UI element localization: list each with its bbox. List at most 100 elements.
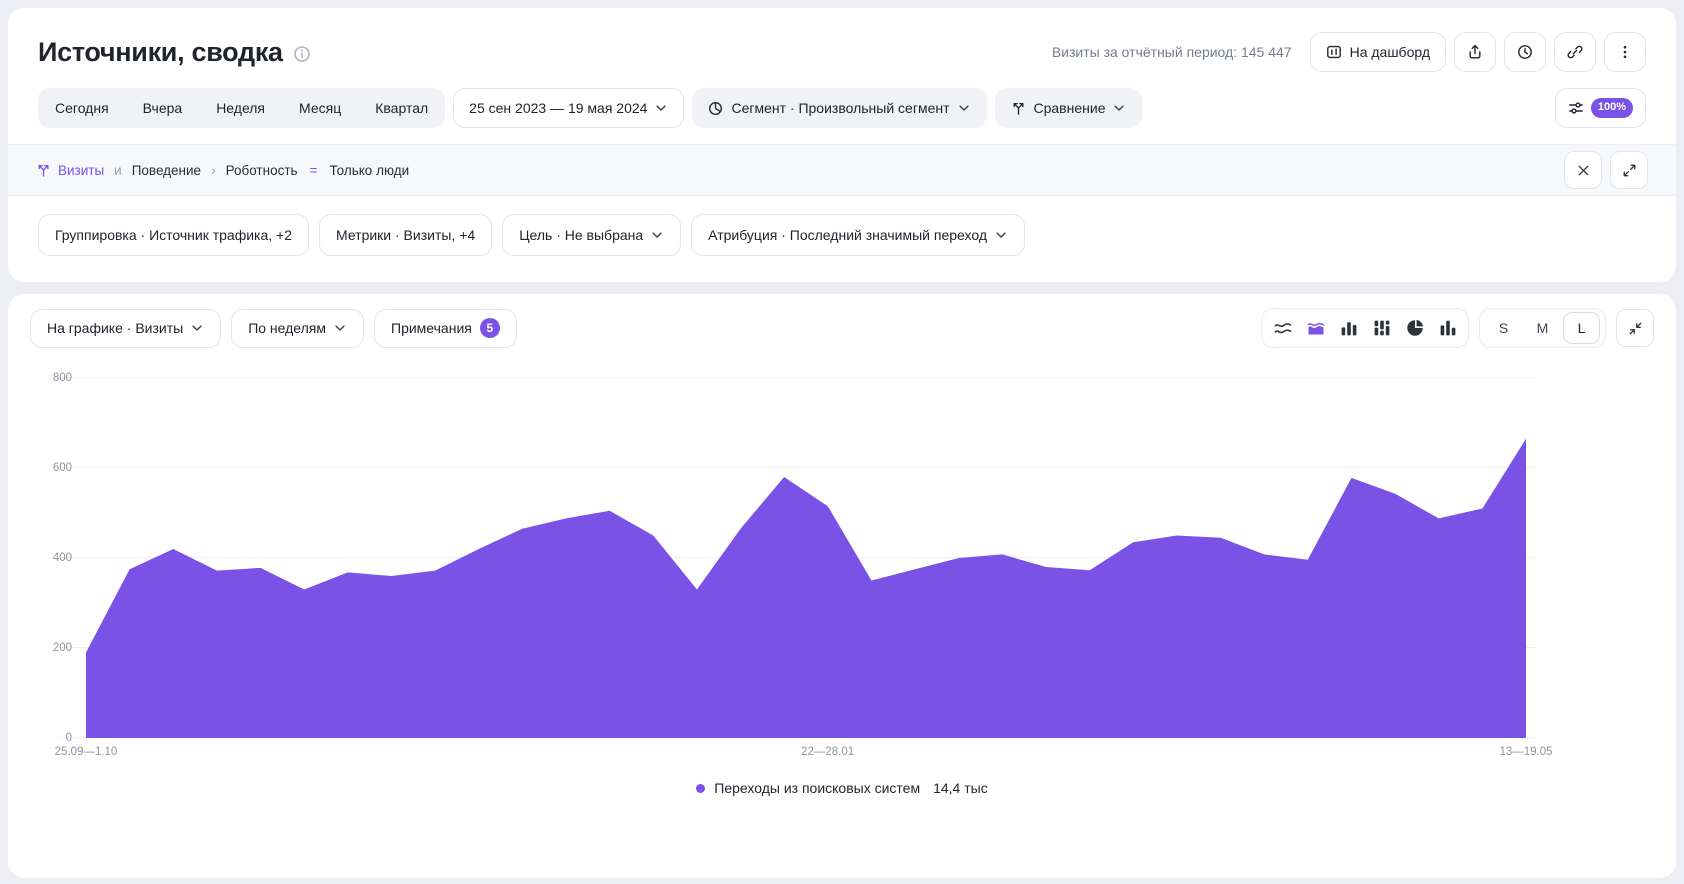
chart-size-group: S M L bbox=[1479, 308, 1606, 348]
grouping-label: Группировка · Источник трафика, +2 bbox=[55, 227, 292, 243]
column-chart-icon bbox=[1439, 319, 1457, 337]
chart-type-stacked-button[interactable] bbox=[1366, 312, 1397, 344]
segment-icon bbox=[708, 101, 723, 116]
x-axis: 25.09—1.1022—28.0113—19.05 bbox=[86, 738, 1526, 762]
attribution-chip[interactable]: Атрибуция · Последний значимый переход bbox=[691, 214, 1025, 256]
chart-toolbar: На графике · Визиты По неделям Примечани… bbox=[30, 308, 1654, 348]
area-series bbox=[86, 439, 1526, 738]
chevron-down-icon bbox=[333, 321, 347, 335]
copy-link-button[interactable] bbox=[1554, 32, 1596, 72]
segment-label: Сегмент · Произвольный сегмент bbox=[731, 100, 949, 116]
size-m-button[interactable]: M bbox=[1524, 312, 1561, 344]
granularity-button[interactable]: По неделям bbox=[231, 309, 364, 348]
report-settings-chips: Группировка · Источник трафика, +2 Метри… bbox=[8, 196, 1676, 256]
line-chart-icon bbox=[1274, 319, 1292, 337]
metrics-label: Метрики · Визиты, +4 bbox=[336, 227, 475, 243]
size-l-button[interactable]: L bbox=[1563, 312, 1600, 344]
segment-button[interactable]: Сегмент · Произвольный сегмент bbox=[692, 88, 986, 128]
to-dashboard-button[interactable]: На дашборд bbox=[1310, 32, 1446, 72]
legend-dot bbox=[696, 784, 705, 793]
link-icon bbox=[1567, 44, 1583, 60]
segment-filter-bar: Визиты и Поведение › Роботность = Только… bbox=[8, 144, 1676, 196]
chart-type-lines-button[interactable] bbox=[1267, 312, 1298, 344]
notes-label: Примечания bbox=[391, 320, 472, 336]
chart-type-columns-button[interactable] bbox=[1432, 312, 1463, 344]
info-icon[interactable] bbox=[293, 45, 311, 63]
period-presets: Сегодня Вчера Неделя Месяц Квартал bbox=[38, 88, 445, 128]
chart-plot[interactable]: 0200400600800 bbox=[86, 378, 1526, 738]
filter-path-robotness[interactable]: Роботность bbox=[226, 163, 298, 178]
to-dashboard-label: На дашборд bbox=[1350, 44, 1430, 60]
close-icon bbox=[1576, 163, 1591, 178]
kebab-icon bbox=[1617, 44, 1633, 60]
grouping-chip[interactable]: Группировка · Источник трафика, +2 bbox=[38, 214, 309, 256]
expand-filter-button[interactable] bbox=[1610, 151, 1648, 189]
summary-card: Источники, сводка Визиты за отчётный пер… bbox=[8, 8, 1676, 282]
notes-button[interactable]: Примечания 5 bbox=[374, 309, 517, 348]
chart-type-bars-button[interactable] bbox=[1333, 312, 1364, 344]
chart-legend[interactable]: Переходы из поисковых систем 14,4 тыс bbox=[30, 780, 1654, 796]
history-button[interactable] bbox=[1504, 32, 1546, 72]
metrics-chip[interactable]: Метрики · Визиты, +4 bbox=[319, 214, 492, 256]
chevron-down-icon bbox=[957, 101, 971, 115]
x-tick-label: 25.09—1.10 bbox=[55, 746, 118, 758]
chart-type-group bbox=[1261, 308, 1469, 348]
y-tick-label: 0 bbox=[30, 732, 72, 744]
preset-yesterday-button[interactable]: Вчера bbox=[126, 88, 200, 128]
export-icon bbox=[1467, 44, 1483, 60]
x-tick-label: 13—19.05 bbox=[1499, 746, 1552, 758]
filter-conjunction: и bbox=[114, 163, 122, 178]
bar-chart-icon bbox=[1340, 319, 1358, 337]
chevron-down-icon bbox=[1112, 101, 1126, 115]
date-range-label: 25 сен 2023 — 19 мая 2024 bbox=[469, 100, 647, 116]
area-chart-svg bbox=[86, 378, 1526, 738]
sampling-badge: 100% bbox=[1591, 98, 1633, 117]
remove-filter-button[interactable] bbox=[1564, 151, 1602, 189]
header: Источники, сводка Визиты за отчётный пер… bbox=[8, 8, 1676, 72]
filter-operator: = bbox=[308, 163, 320, 178]
preset-today-button[interactable]: Сегодня bbox=[38, 88, 126, 128]
page-title: Источники, сводка bbox=[38, 37, 283, 68]
chevron-down-icon bbox=[650, 228, 664, 242]
chart-type-pie-button[interactable] bbox=[1399, 312, 1430, 344]
y-tick-label: 200 bbox=[30, 642, 72, 654]
date-range-button[interactable]: 25 сен 2023 — 19 мая 2024 bbox=[453, 88, 684, 128]
preset-month-button[interactable]: Месяц bbox=[282, 88, 358, 128]
filter-value[interactable]: Только люди bbox=[329, 163, 409, 178]
y-tick-label: 600 bbox=[30, 462, 72, 474]
collapse-icon bbox=[1628, 321, 1643, 336]
chart-metric-button[interactable]: На графике · Визиты bbox=[30, 309, 221, 348]
sliders-icon bbox=[1568, 100, 1584, 116]
expand-icon bbox=[1622, 163, 1637, 178]
more-menu-button[interactable] bbox=[1604, 32, 1646, 72]
sampling-button[interactable]: 100% bbox=[1555, 88, 1646, 128]
chevron-down-icon bbox=[994, 228, 1008, 242]
chevron-down-icon bbox=[190, 321, 204, 335]
export-button[interactable] bbox=[1454, 32, 1496, 72]
compare-button[interactable]: Сравнение bbox=[995, 88, 1143, 128]
goal-label: Цель · Не выбрана bbox=[519, 227, 643, 243]
chart-metric-label: На графике · Визиты bbox=[47, 320, 183, 336]
filter-metric-label: Визиты bbox=[58, 163, 104, 178]
compare-label: Сравнение bbox=[1034, 100, 1106, 116]
area-chart-icon bbox=[1307, 319, 1325, 337]
dashboard-icon bbox=[1326, 44, 1342, 60]
y-tick-label: 400 bbox=[30, 552, 72, 564]
chart-card: На графике · Визиты По неделям Примечани… bbox=[8, 294, 1676, 878]
collapse-chart-button[interactable] bbox=[1616, 309, 1654, 347]
size-s-button[interactable]: S bbox=[1485, 312, 1522, 344]
stacked-bar-chart-icon bbox=[1373, 319, 1391, 337]
y-tick-label: 800 bbox=[30, 372, 72, 384]
x-tick-label: 22—28.01 bbox=[801, 746, 854, 758]
filter-path-separator: › bbox=[211, 163, 216, 178]
filter-path-behavior[interactable]: Поведение bbox=[132, 163, 201, 178]
goal-chip[interactable]: Цель · Не выбрана bbox=[502, 214, 681, 256]
chart-type-area-button[interactable] bbox=[1300, 312, 1331, 344]
notes-count-badge: 5 bbox=[480, 318, 500, 338]
filter-metric-link[interactable]: Визиты bbox=[36, 163, 104, 178]
legend-label: Переходы из поисковых систем bbox=[714, 780, 920, 796]
attribution-label: Атрибуция · Последний значимый переход bbox=[708, 227, 987, 243]
preset-week-button[interactable]: Неделя bbox=[199, 88, 282, 128]
preset-quarter-button[interactable]: Квартал bbox=[358, 88, 445, 128]
compare-icon bbox=[1011, 101, 1026, 116]
